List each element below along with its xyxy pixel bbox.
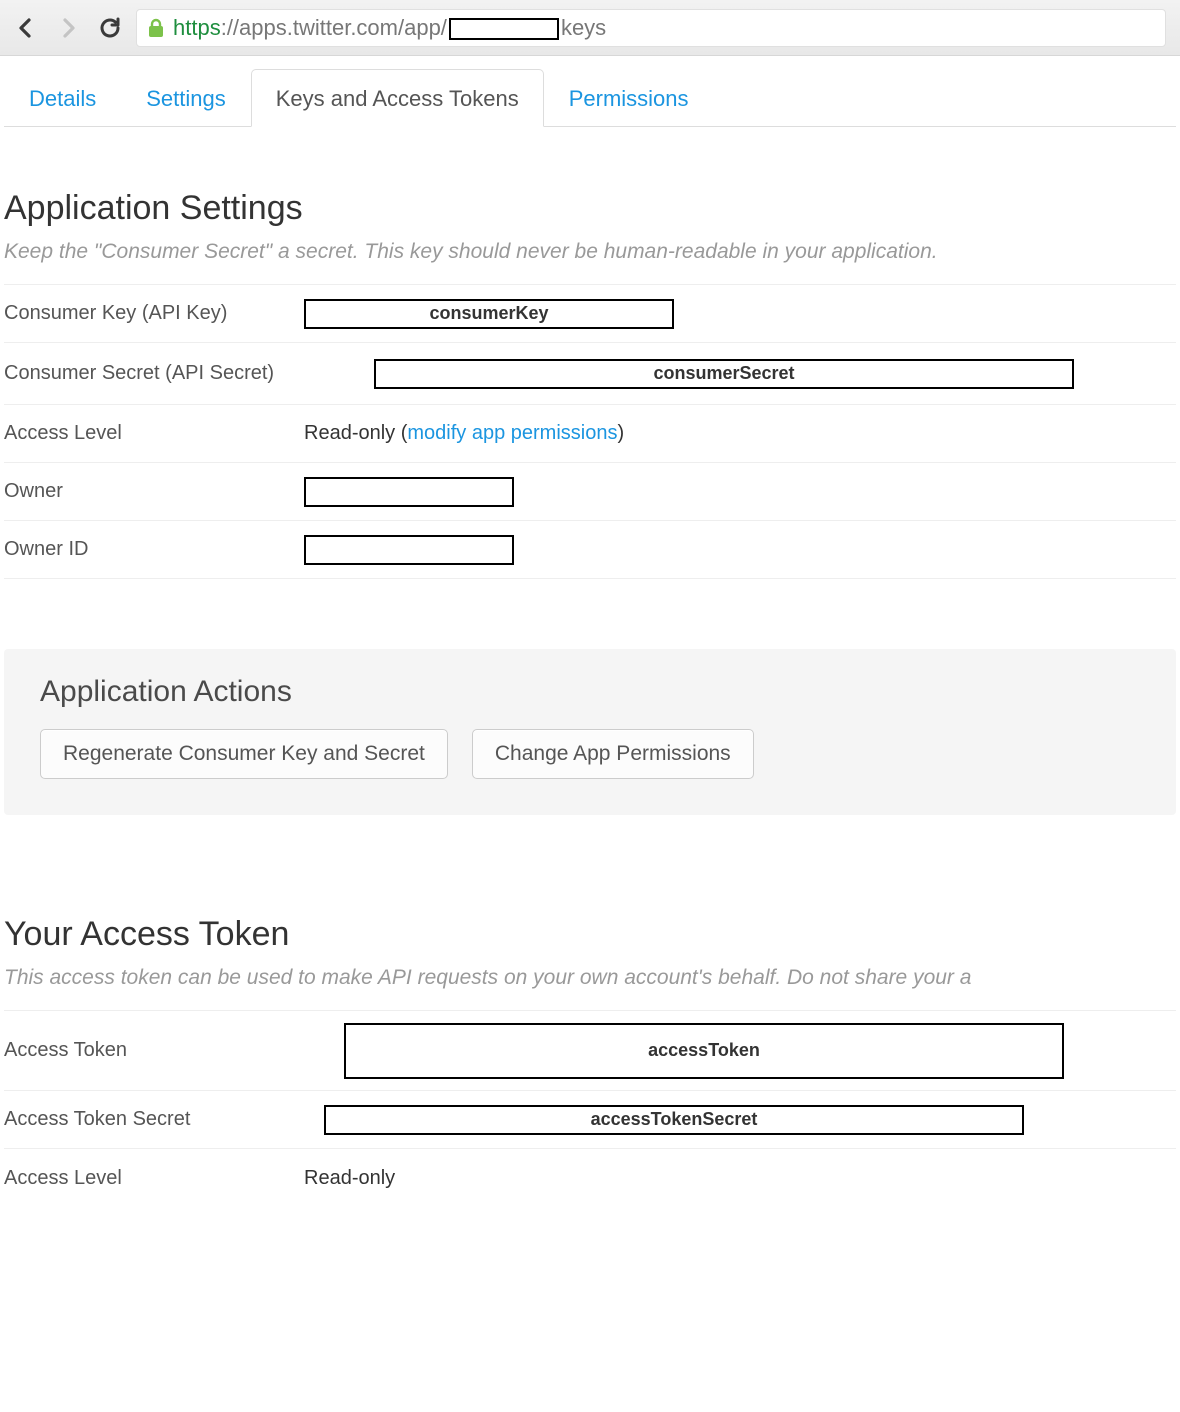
address-bar[interactable]: https://apps.twitter.com/app/keys <box>136 9 1166 47</box>
app-tabs: Details Settings Keys and Access Tokens … <box>4 68 1176 127</box>
url-prefix: ://apps.twitter.com/app/ <box>221 15 447 40</box>
access-level-suffix: ) <box>617 422 624 445</box>
regenerate-consumer-key-button[interactable]: Regenerate Consumer Key and Secret <box>40 729 448 779</box>
access-token-heading: Your Access Token <box>4 915 1176 954</box>
value-token-access-level: Read-only <box>304 1167 1176 1190</box>
application-settings-subtext: Keep the "Consumer Secret" a secret. Thi… <box>4 240 1176 264</box>
application-settings-heading: Application Settings <box>4 189 1176 228</box>
value-access-token-secret: accessTokenSecret <box>324 1105 1024 1135</box>
reload-icon[interactable] <box>98 16 122 40</box>
label-owner: Owner <box>4 480 304 503</box>
application-actions-heading: Application Actions <box>40 675 1140 709</box>
application-settings-section: Application Settings Keep the "Consumer … <box>4 189 1176 815</box>
access-level-text: Read-only ( <box>304 422 407 445</box>
value-owner-id <box>304 535 514 565</box>
change-app-permissions-button[interactable]: Change App Permissions <box>472 729 754 779</box>
browser-nav <box>14 16 122 40</box>
tab-details[interactable]: Details <box>4 69 121 126</box>
row-owner-id: Owner ID <box>4 521 1176 579</box>
url-redacted-app-id <box>449 18 559 40</box>
back-icon[interactable] <box>14 16 38 40</box>
lock-icon <box>147 18 165 38</box>
tab-keys[interactable]: Keys and Access Tokens <box>251 69 544 127</box>
row-consumer-key: Consumer Key (API Key) consumerKey <box>4 285 1176 343</box>
tab-permissions[interactable]: Permissions <box>544 69 714 126</box>
value-consumer-key: consumerKey <box>304 299 674 329</box>
url-text: https://apps.twitter.com/app/keys <box>173 15 606 41</box>
value-access-level: Read-only (modify app permissions) <box>304 422 1176 445</box>
application-settings-table: Consumer Key (API Key) consumerKey Consu… <box>4 284 1176 579</box>
browser-chrome: https://apps.twitter.com/app/keys <box>0 0 1180 56</box>
modify-app-permissions-link[interactable]: modify app permissions <box>407 422 617 445</box>
row-token-access-level: Access Level Read-only <box>4 1149 1176 1207</box>
access-token-subtext: This access token can be used to make AP… <box>4 966 1176 990</box>
forward-icon[interactable] <box>56 16 80 40</box>
url-scheme: https <box>173 15 221 40</box>
value-access-token: accessToken <box>344 1023 1064 1079</box>
label-access-token-secret: Access Token Secret <box>4 1108 324 1131</box>
label-access-token: Access Token <box>4 1039 344 1062</box>
value-owner <box>304 477 514 507</box>
access-token-table: Access Token accessToken Access Token Se… <box>4 1010 1176 1207</box>
label-access-level: Access Level <box>4 422 304 445</box>
access-token-section: Your Access Token This access token can … <box>4 915 1176 1207</box>
label-consumer-key: Consumer Key (API Key) <box>4 302 304 325</box>
application-actions-panel: Application Actions Regenerate Consumer … <box>4 649 1176 815</box>
row-owner: Owner <box>4 463 1176 521</box>
value-consumer-secret: consumerSecret <box>374 359 1074 389</box>
url-suffix: keys <box>561 15 606 40</box>
label-token-access-level: Access Level <box>4 1167 304 1190</box>
label-owner-id: Owner ID <box>4 538 304 561</box>
tab-settings[interactable]: Settings <box>121 69 251 126</box>
row-access-level: Access Level Read-only (modify app permi… <box>4 405 1176 463</box>
row-access-token: Access Token accessToken <box>4 1011 1176 1091</box>
label-consumer-secret: Consumer Secret (API Secret) <box>4 362 374 385</box>
row-consumer-secret: Consumer Secret (API Secret) consumerSec… <box>4 343 1176 405</box>
row-access-token-secret: Access Token Secret accessTokenSecret <box>4 1091 1176 1149</box>
